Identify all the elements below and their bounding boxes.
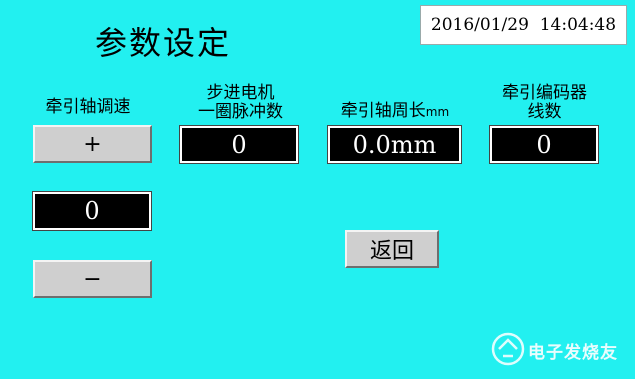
stepper-pulses-label: 步进电机 一圈脉冲数 (183, 84, 298, 122)
encoder-lines-label-line2: 线数 (527, 102, 562, 122)
encoder-lines-label: 牵引编码器 线数 (487, 84, 602, 122)
encoder-lines-label-line1: 牵引编码器 (502, 83, 587, 103)
traction-speed-value[interactable]: 0 (32, 191, 152, 231)
speed-decrease-button[interactable]: − (33, 260, 152, 298)
stepper-pulses-label-line1: 步进电机 (206, 83, 275, 103)
stepper-pulses-label-line2: 一圈脉冲数 (198, 102, 283, 122)
circumference-label-text: 牵引轴周长 (340, 101, 426, 121)
encoder-lines-value[interactable]: 0 (489, 125, 599, 164)
circumference-value[interactable]: 0.0mm (327, 125, 462, 164)
traction-speed-label: 牵引轴调速 (45, 97, 131, 117)
speed-increase-button[interactable]: + (33, 125, 152, 163)
circumference-label: 牵引轴周长mm (328, 102, 462, 122)
watermark-text: 电子发烧友 (528, 343, 618, 363)
page-title: 参数设定 (95, 24, 232, 62)
datetime-display: 2016/01/29 14:04:48 (420, 5, 627, 45)
back-button[interactable]: 返回 (345, 230, 439, 268)
stepper-pulses-value[interactable]: 0 (179, 125, 299, 164)
circumference-unit: mm (425, 105, 450, 119)
watermark-logo: 电子发烧友 (486, 322, 626, 374)
